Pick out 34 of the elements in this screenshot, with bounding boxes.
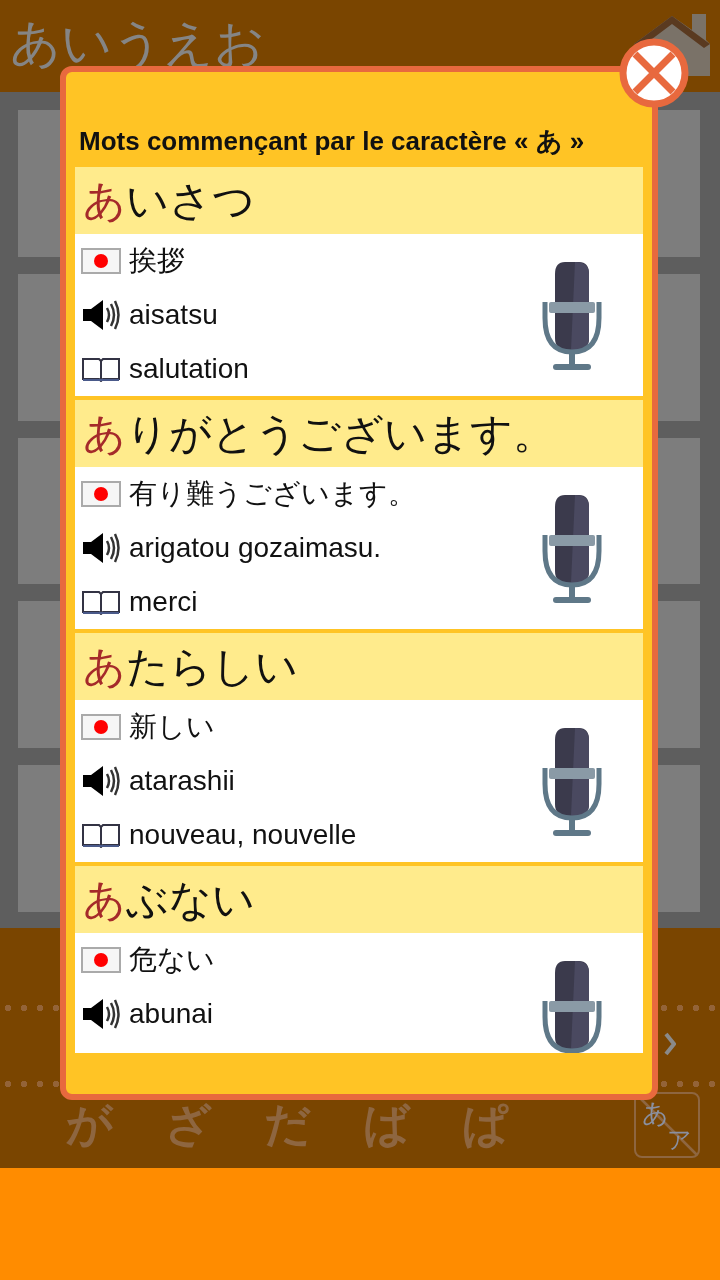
kana-key[interactable]: ざ	[165, 1097, 212, 1153]
kana-key[interactable]: が	[66, 1097, 113, 1153]
meaning-text: merci	[129, 586, 198, 618]
romaji-text: aisatsu	[129, 299, 218, 331]
romaji-text: atarashii	[129, 765, 235, 797]
book-icon	[81, 589, 121, 615]
dialog-title: Mots commençant par le caractère « あ »	[78, 125, 586, 158]
kana-key[interactable]: ば	[363, 1097, 410, 1153]
kana-key[interactable]: だ	[264, 1097, 311, 1153]
meaning-text: salutation	[129, 353, 249, 385]
flag-icon	[81, 248, 121, 274]
kanji-text: 危ない	[129, 943, 215, 977]
book-icon	[81, 356, 121, 382]
romaji-text: abunai	[129, 998, 214, 1030]
close-icon[interactable]	[619, 38, 689, 108]
word-heading[interactable]: あいさつ	[75, 167, 643, 234]
book-icon	[81, 822, 121, 848]
kanji-text: 挨拶	[129, 244, 185, 278]
flag-icon	[81, 714, 121, 740]
speaker-icon	[81, 298, 121, 332]
speaker-icon	[81, 997, 121, 1031]
speaker-icon	[81, 531, 121, 565]
word-heading[interactable]: あたらしい	[75, 633, 643, 700]
kanji-text: 新しい	[129, 710, 215, 744]
word-heading[interactable]: あぶない	[75, 866, 643, 933]
kana-key[interactable]: ぱ	[462, 1097, 509, 1153]
script-toggle[interactable]: あ ア	[634, 1092, 700, 1158]
flag-icon	[81, 947, 121, 973]
kanji-text: 有り難うございます。	[129, 477, 416, 511]
flag-icon	[81, 481, 121, 507]
romaji-text: arigatou gozaimasu.	[129, 532, 382, 564]
word-heading[interactable]: あ りがとうございます。	[75, 400, 643, 467]
meaning-text: nouveau, nouvelle	[129, 819, 357, 851]
speaker-icon	[81, 764, 121, 798]
